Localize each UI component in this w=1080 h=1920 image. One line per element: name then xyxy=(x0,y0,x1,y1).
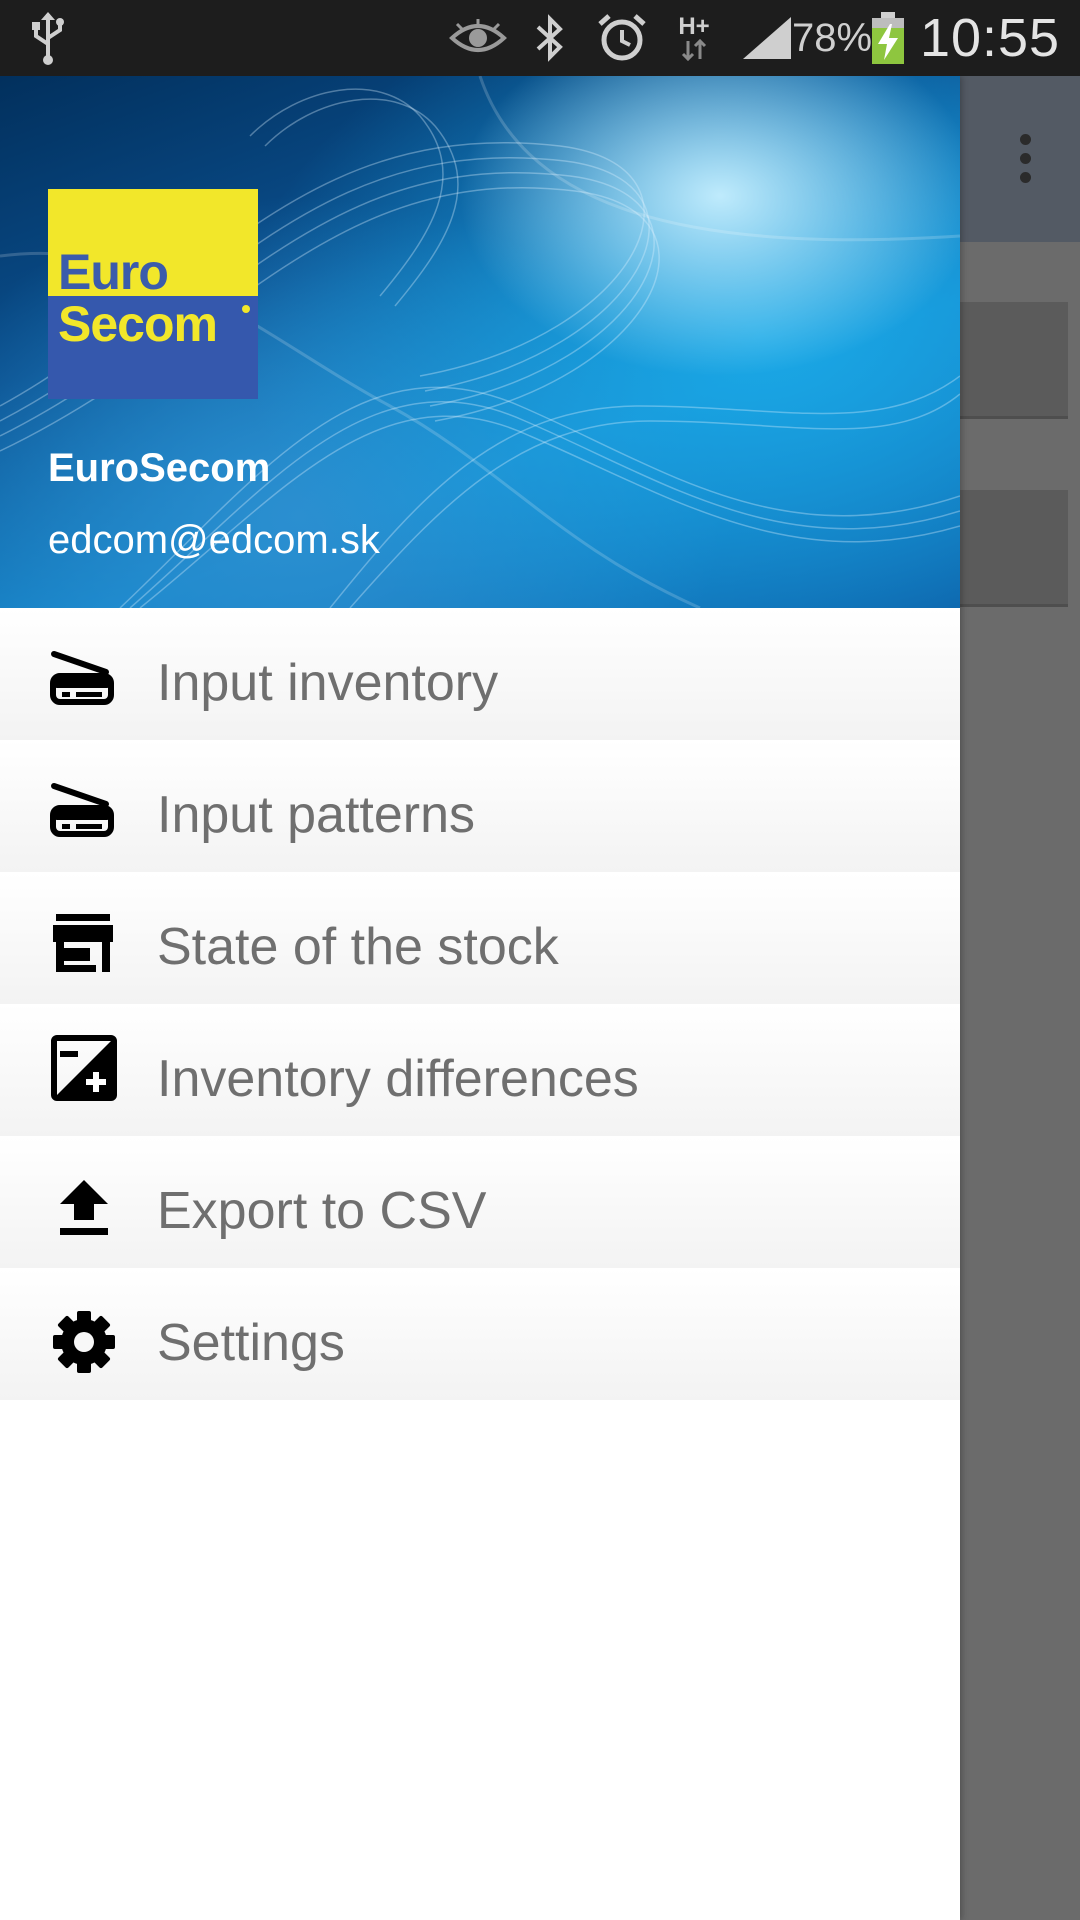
overflow-menu-icon[interactable] xyxy=(1020,134,1034,190)
menu-item-input-inventory[interactable]: Input inventory xyxy=(0,608,960,740)
alarm-icon xyxy=(596,0,648,76)
navigation-drawer: Euro Secom EuroSecom edcom@edcom.sk Inpu… xyxy=(0,76,960,1920)
account-name: EuroSecom xyxy=(48,446,271,490)
menu-item-label: Settings xyxy=(157,1314,345,1372)
clock: 10:55 xyxy=(919,8,1061,68)
menu-item-export-to-csv[interactable]: Export to CSV xyxy=(0,1136,960,1268)
registered-mark xyxy=(242,305,250,313)
network-type-label: H+ xyxy=(678,13,710,40)
logo-text-line2: Secom xyxy=(58,296,218,352)
menu-item-label: Inventory differences xyxy=(157,1050,639,1108)
company-logo: Euro Secom xyxy=(48,189,258,399)
menu-item-state-of-the-stock[interactable]: State of the stock xyxy=(0,872,960,1004)
exposure-plus-icon xyxy=(50,1034,118,1102)
bluetooth-icon xyxy=(530,0,570,76)
background-card xyxy=(960,302,1068,419)
menu-item-inventory-differences[interactable]: Inventory differences xyxy=(0,1004,960,1136)
background-toolbar xyxy=(960,76,1080,242)
background-card xyxy=(960,490,1068,607)
logo-text-line1: Euro xyxy=(58,244,169,300)
usb-icon xyxy=(24,0,72,76)
menu-item-settings[interactable]: Settings xyxy=(0,1268,960,1400)
background-app xyxy=(960,76,1080,1920)
menu-item-label: Input patterns xyxy=(157,786,475,844)
eye-icon xyxy=(448,0,508,76)
scanner-icon xyxy=(50,648,118,716)
menu-item-label: Input inventory xyxy=(157,654,499,712)
menu-item-label: State of the stock xyxy=(157,918,559,976)
store-icon xyxy=(50,912,118,980)
scanner-icon xyxy=(50,780,118,848)
signal-icon xyxy=(740,0,794,76)
upload-icon xyxy=(50,1176,118,1244)
menu-item-input-patterns[interactable]: Input patterns xyxy=(0,740,960,872)
status-bar: H+ 78% 10:55 xyxy=(0,0,1080,76)
menu-item-label: Export to CSV xyxy=(157,1182,487,1240)
hplus-network-icon: H+ xyxy=(672,0,716,76)
account-email: edcom@edcom.sk xyxy=(48,518,380,562)
drawer-menu: Input inventory Input patterns State of … xyxy=(0,608,960,1400)
drawer-header: Euro Secom EuroSecom edcom@edcom.sk xyxy=(0,76,960,608)
gear-icon xyxy=(50,1308,118,1376)
battery-percent: 78% xyxy=(791,15,873,60)
battery-charging-icon xyxy=(868,0,908,76)
